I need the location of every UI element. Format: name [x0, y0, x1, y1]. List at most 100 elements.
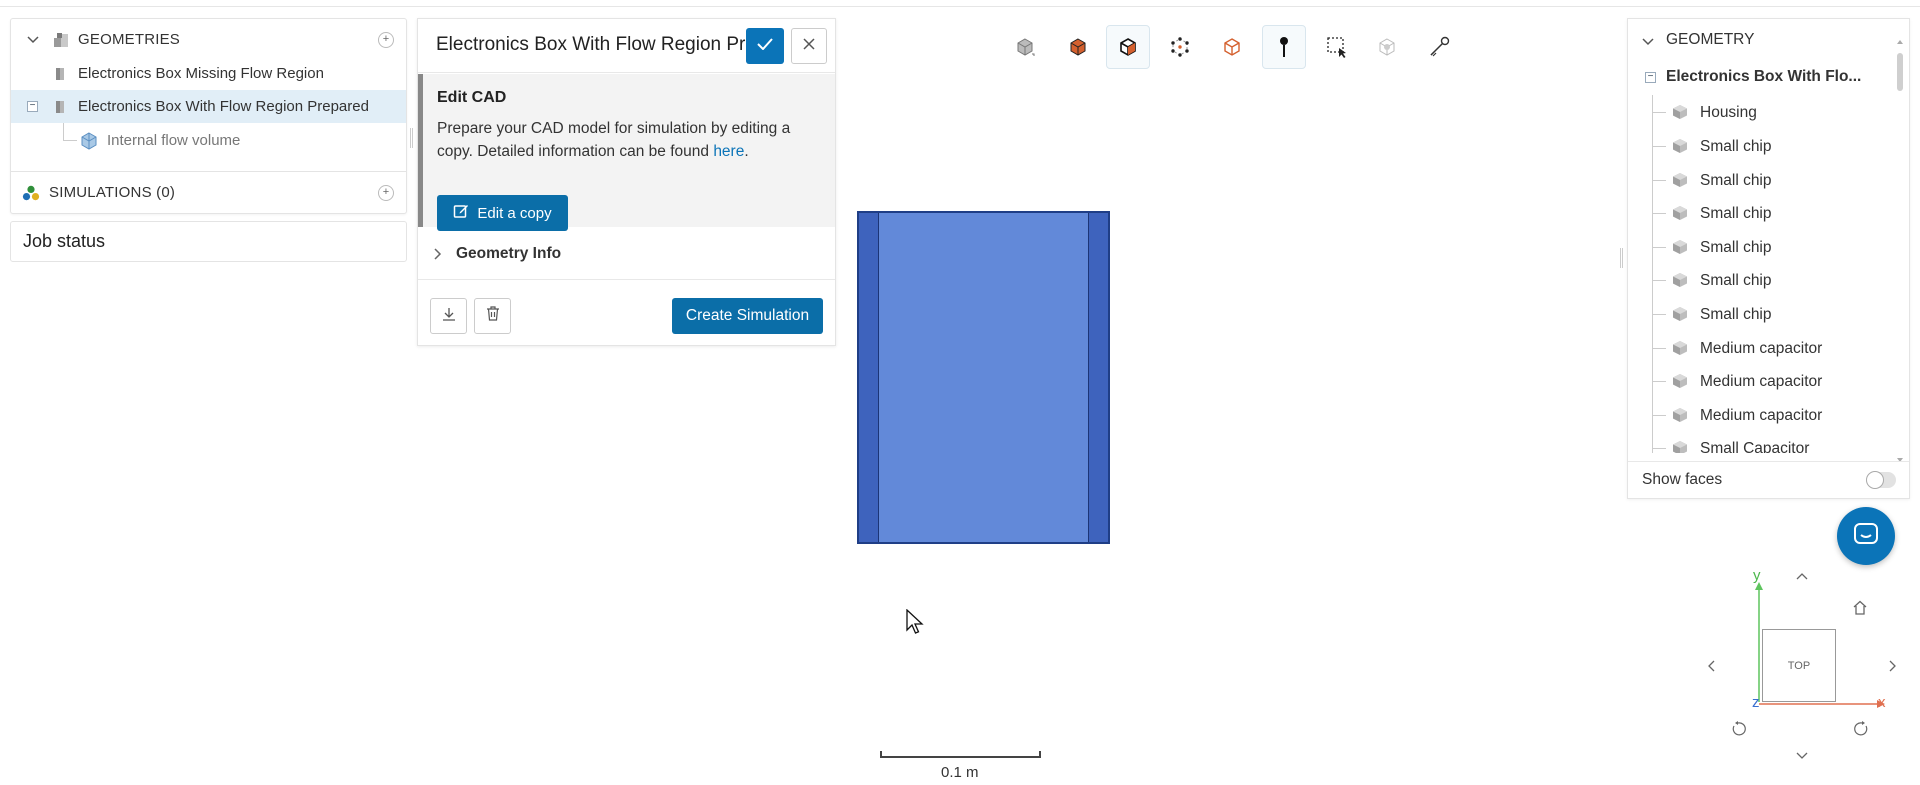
tree-connector — [1652, 247, 1666, 248]
part-label: Medium capacitor — [1700, 406, 1823, 424]
add-geometry-button[interactable]: + — [378, 31, 394, 48]
z-axis-label: z — [1752, 694, 1760, 711]
panel-header: Electronics Box With Flow Region Prepare… — [418, 19, 835, 73]
list-item[interactable]: Medium capacitor — [1652, 365, 1823, 398]
panel-title[interactable]: Electronics Box With Flow Region Prepare… — [436, 34, 748, 56]
geometry-detail-panel: Electronics Box With Flow Region Prepare… — [417, 18, 836, 346]
geometries-header[interactable]: GEOMETRIES + — [11, 23, 406, 56]
app-root: GEOMETRIES + Electronics Box Missing Flo… — [0, 0, 1920, 785]
geometry-model-view[interactable] — [857, 211, 1110, 544]
list-item[interactable]: Small chip — [1652, 130, 1772, 163]
chevron-left-icon[interactable] — [1702, 657, 1720, 675]
list-item[interactable]: Small chip — [1652, 298, 1772, 331]
tree-item-internal-flow-volume[interactable]: Internal flow volume — [11, 124, 406, 157]
geometry-info-section[interactable]: Geometry Info — [418, 230, 835, 280]
solid-edges-icon[interactable] — [1106, 25, 1150, 69]
collapse-icon[interactable]: − — [1645, 72, 1656, 83]
box-select-icon[interactable] — [1315, 25, 1359, 69]
collapse-icon[interactable]: − — [27, 101, 38, 112]
help-link[interactable]: here — [713, 143, 744, 160]
solid-view-icon[interactable] — [1056, 25, 1100, 69]
simulations-header[interactable]: SIMULATIONS (0) + — [11, 176, 406, 209]
geometry-info-label: Geometry Info — [456, 245, 562, 262]
tree-item-label: Electronics Box With Flow Region Prepare… — [78, 98, 369, 115]
job-status-title: Job status — [23, 231, 106, 251]
wireframe-icon[interactable] — [1210, 25, 1254, 69]
geometries-icon — [52, 31, 70, 49]
geometry-root-label[interactable]: Electronics Box With Flo... — [1666, 68, 1861, 86]
part-label: Small chip — [1700, 171, 1772, 189]
part-cube-icon — [1672, 373, 1688, 394]
job-status-panel[interactable]: Job status — [10, 221, 407, 262]
part-label: Small chip — [1700, 238, 1772, 256]
edit-a-copy-button[interactable]: Edit a copy — [437, 195, 568, 231]
check-icon — [757, 37, 773, 55]
points-view-icon[interactable] — [1158, 25, 1202, 69]
geometries-title: GEOMETRIES — [78, 31, 181, 48]
geometry-icon — [51, 65, 69, 83]
part-cube-icon — [1672, 440, 1688, 453]
delete-button[interactable] — [474, 298, 511, 334]
part-cube-icon — [1672, 272, 1688, 293]
model-side-left — [859, 213, 879, 542]
model-side-right — [1088, 213, 1108, 542]
simulations-icon — [22, 184, 40, 202]
description-end: . — [744, 143, 749, 160]
chevron-down-icon[interactable] — [25, 32, 41, 48]
add-simulation-button[interactable]: + — [378, 184, 394, 201]
cube-view-icon[interactable] — [1003, 25, 1047, 69]
part-label: Medium capacitor — [1700, 339, 1823, 357]
list-item[interactable]: Small chip — [1652, 264, 1772, 297]
x-axis-label: x — [1878, 694, 1886, 711]
show-faces-toggle[interactable] — [1866, 471, 1896, 489]
list-item[interactable]: Medium capacitor — [1652, 332, 1823, 365]
confirm-button[interactable] — [746, 28, 784, 64]
tree-connector — [1652, 448, 1666, 449]
part-cube-icon — [1672, 239, 1688, 260]
x-axis-line — [1759, 700, 1885, 708]
part-label: Medium capacitor — [1700, 372, 1823, 390]
list-item[interactable]: Small chip — [1652, 197, 1772, 230]
list-item[interactable]: Small Capacitor — [1652, 432, 1809, 453]
list-item[interactable]: Medium capacitor — [1652, 399, 1823, 432]
hide-icon[interactable] — [1365, 25, 1409, 69]
list-item[interactable]: Housing — [1652, 96, 1757, 129]
edit-cad-description: Prepare your CAD model for simulation by… — [437, 117, 827, 163]
tree-item-label: Electronics Box Missing Flow Region — [78, 65, 324, 82]
chevron-down-icon[interactable] — [1642, 33, 1654, 51]
pin-icon[interactable] — [1262, 25, 1306, 69]
create-simulation-button[interactable]: Create Simulation — [672, 298, 823, 334]
scrollbar-thumb[interactable] — [1897, 53, 1903, 91]
part-cube-icon — [1672, 205, 1688, 226]
tree-item-geometry-missing-flow[interactable]: Electronics Box Missing Flow Region — [11, 57, 406, 90]
rotate-left-icon[interactable] — [1729, 720, 1747, 738]
resize-handle[interactable] — [410, 128, 413, 148]
list-item[interactable]: Small chip — [1652, 231, 1772, 264]
divider — [11, 171, 406, 172]
tree-item-geometry-prepared[interactable]: − Electronics Box With Flow Region Prepa… — [11, 90, 406, 123]
scrollbar[interactable] — [1896, 35, 1904, 466]
top-border — [0, 0, 1920, 7]
resize-handle[interactable] — [1620, 248, 1623, 268]
chat-icon — [1853, 522, 1879, 551]
part-label: Small chip — [1700, 271, 1772, 289]
tree-connector — [1652, 348, 1666, 349]
part-label: Small chip — [1700, 204, 1772, 222]
list-item[interactable]: Small chip — [1652, 164, 1772, 197]
measure-icon[interactable] — [1417, 25, 1461, 69]
download-icon — [442, 307, 456, 326]
rotate-right-icon[interactable] — [1853, 720, 1871, 738]
tree-connector — [1652, 95, 1653, 453]
part-label: Small chip — [1700, 137, 1772, 155]
chevron-down-icon[interactable] — [1793, 747, 1811, 765]
part-cube-icon — [1672, 407, 1688, 428]
geometry-panel-title: GEOMETRY — [1666, 31, 1755, 48]
chat-button[interactable] — [1837, 507, 1895, 565]
tree-connector — [1652, 280, 1666, 281]
part-label: Housing — [1700, 103, 1757, 121]
download-button[interactable] — [430, 298, 467, 334]
close-button[interactable] — [791, 28, 827, 64]
scale-label: 0.1 m — [941, 764, 979, 781]
close-icon — [803, 37, 815, 55]
geometry-icon — [51, 98, 69, 116]
